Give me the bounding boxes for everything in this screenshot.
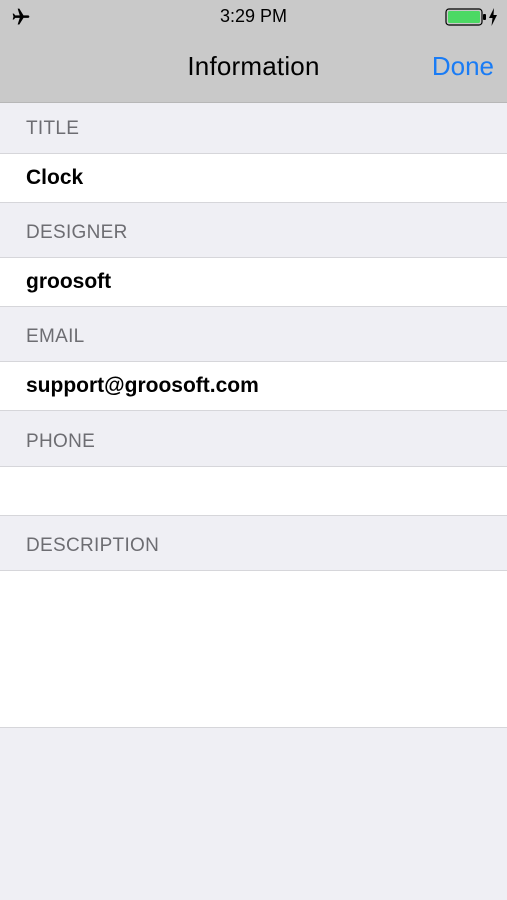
information-screen: 3:29 PM Information Done TITLE Clock DES…	[0, 0, 507, 900]
email-field[interactable]: support@groosoft.com	[0, 361, 507, 411]
email-value[interactable]: support@groosoft.com	[26, 374, 259, 398]
phone-field[interactable]	[0, 466, 507, 516]
battery-icon	[445, 8, 486, 26]
description-section-header: DESCRIPTION	[26, 534, 160, 556]
designer-section-header: DESIGNER	[26, 221, 128, 243]
designer-field[interactable]: groosoft	[0, 257, 507, 307]
done-button[interactable]: Done	[432, 51, 494, 82]
title-value[interactable]: Clock	[26, 166, 83, 190]
email-section-header: EMAIL	[26, 325, 85, 347]
phone-section-header: PHONE	[26, 430, 96, 452]
designer-value[interactable]: groosoft	[26, 270, 111, 294]
status-bar: 3:29 PM	[0, 0, 507, 34]
status-time: 3:29 PM	[219, 6, 288, 26]
title-section-header: TITLE	[26, 117, 80, 139]
header-bar: 3:29 PM Information Done	[0, 0, 507, 103]
description-textarea[interactable]	[0, 570, 507, 728]
title-field[interactable]: Clock	[0, 153, 507, 203]
charging-icon	[489, 8, 497, 26]
